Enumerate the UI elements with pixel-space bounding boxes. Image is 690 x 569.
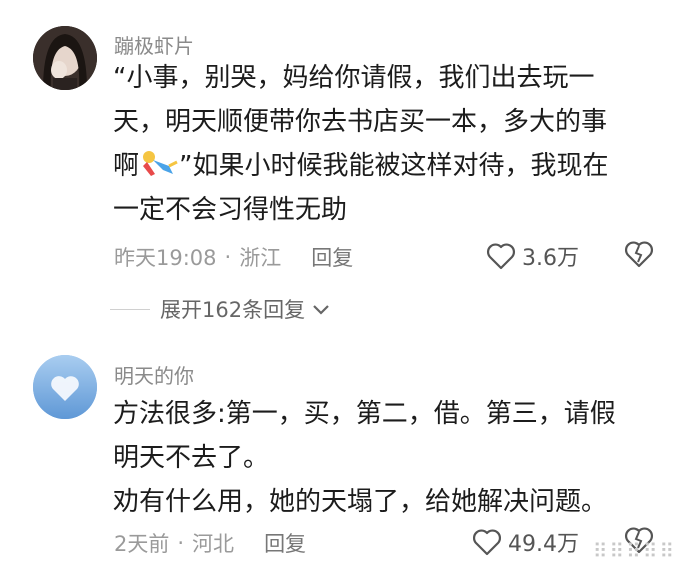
reply-button[interactable]: 回复 (311, 242, 353, 272)
username[interactable]: 蹦极虾片 (114, 30, 194, 59)
comment-text-line: 方法很多:第一，买，第二，借。第三，请假 (113, 399, 616, 429)
like-count: 3.6万 (522, 246, 579, 271)
timestamp: 2天前 (114, 532, 170, 556)
avatar[interactable] (33, 355, 97, 419)
expand-replies-button[interactable]: 展开162条回复 (110, 294, 331, 324)
reply-button[interactable]: 回复 (264, 528, 306, 558)
username[interactable]: 明天的你 (114, 360, 194, 389)
avatar-photo-icon (33, 26, 97, 90)
avatar[interactable] (33, 26, 97, 90)
like-button[interactable]: 49.4万 (472, 526, 579, 558)
chevron-down-icon (313, 305, 329, 315)
heart-icon (487, 243, 515, 270)
like-count: 49.4万 (508, 532, 579, 557)
expand-replies-label: 展开162条回复 (160, 298, 306, 322)
cloud-heart-avatar-icon (33, 355, 97, 419)
comment-text: “小事，别哭，妈给你请假，我们出去玩一 天，明天顺便带你去书店买一本，多大的事 … (113, 56, 668, 232)
heart-icon (473, 529, 501, 556)
comment-text-line: 劝有什么用，她的天塌了，给她解决问题。 (113, 487, 608, 517)
comment-text-line: “小事，别哭，妈给你请假，我们出去玩一 (113, 63, 595, 93)
comment-text-line: 一定不会习得性无助 (113, 195, 348, 225)
comment-meta: 昨天19:08 · 浙江 回复 (114, 242, 353, 272)
dislike-button[interactable] (624, 240, 654, 272)
comment-text-line: 明天不去了。 (113, 443, 270, 473)
location: 浙江 (239, 246, 282, 270)
broken-heart-icon (625, 241, 653, 268)
comment-meta: 2天前 · 河北 回复 (114, 528, 306, 558)
comment-text: 方法很多:第一，买，第二，借。第三，请假 明天不去了。 劝有什么用，她的天塌了，… (113, 392, 668, 524)
comment-text-line: 天，明天顺便带你去书店买一本，多大的事 (113, 107, 608, 137)
divider (110, 308, 150, 310)
location: 河北 (192, 532, 235, 556)
like-button[interactable]: 3.6万 (486, 240, 579, 272)
separator-dot: · (177, 531, 185, 555)
person-fall-emoji-icon (139, 148, 179, 178)
watermark: ⠿⠿⠿⠿⠿ (592, 539, 676, 563)
timestamp: 昨天19:08 (114, 246, 217, 270)
comment-text-line: 啊 (113, 151, 140, 181)
comment-text-line: ”如果小时候我能被这样对待，我现在 (179, 151, 609, 181)
separator-dot: · (224, 245, 232, 269)
